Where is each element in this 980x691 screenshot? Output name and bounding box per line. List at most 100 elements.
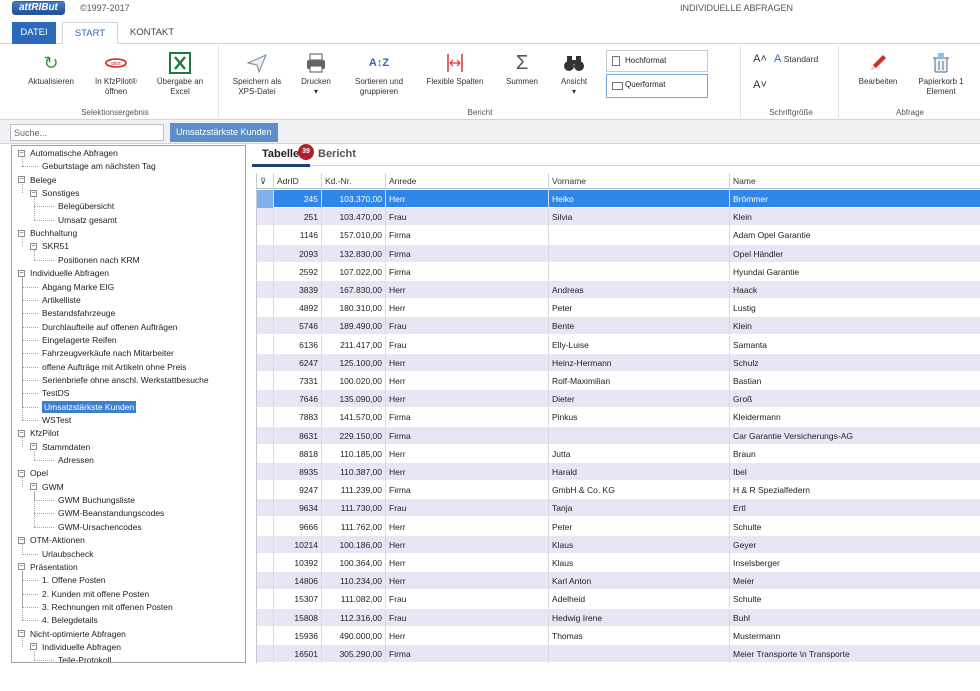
table-row[interactable]: 251 103.470,00 Frau Silvia Klein (257, 208, 980, 227)
tree-toggle-icon[interactable]: − (18, 469, 25, 477)
save-xps-button[interactable]: Speichern als XPS-Datei (226, 52, 288, 97)
font-standard-button[interactable]: A Standard (774, 54, 830, 65)
tree-item[interactable]: Artikelliste (42, 294, 81, 306)
tree-toggle-icon[interactable]: − (30, 483, 37, 491)
tree-item[interactable]: Buchhaltung (30, 227, 77, 239)
table-row[interactable]: 10392 100.364,00 Herr Klaus Inselsberger (257, 554, 980, 572)
tree-item[interactable]: Serienbriefe ohne anschl. Werkstattbesuc… (42, 374, 209, 386)
row-selector[interactable] (257, 572, 274, 591)
table-row[interactable]: 7883 141.570,00 Firma Pinkus Kleidermann (257, 408, 980, 427)
row-selector[interactable] (257, 535, 274, 554)
row-selector[interactable] (257, 335, 274, 354)
table-row[interactable]: 9247 111.239,00 Firma GmbH & Co. KG H & R Sp… (257, 481, 980, 500)
tree-item[interactable]: Automatische Abfragen (30, 147, 118, 159)
query-tree[interactable]: − Automatische Abfragen Geburtstage am näc… (11, 145, 246, 663)
row-selector[interactable] (257, 372, 274, 390)
font-shrink-button[interactable]: A˅ (752, 80, 768, 91)
export-excel-button[interactable]: Übergabe an Excel (152, 52, 208, 97)
tree-item-selected[interactable]: Umsatzstärkste Kunden (42, 400, 137, 413)
tree-toggle-icon[interactable]: − (18, 630, 25, 638)
table-row[interactable]: 5746 189.490,00 Frau Bente Klein (257, 317, 980, 336)
tab-start[interactable]: START (62, 22, 118, 44)
results-grid[interactable]: ⊽ AdrID Kd.-Nr. Anrede Vorname Name 245 1… (256, 173, 980, 663)
tree-item[interactable]: Nicht-optimierte Abfragen (30, 628, 126, 640)
search-input[interactable] (10, 124, 164, 141)
table-row[interactable]: 245 103.370,00 Herr Heiko Brömmer (257, 190, 980, 208)
tree-item[interactable]: Adressen (58, 454, 94, 466)
tree-toggle-icon[interactable]: − (18, 429, 25, 437)
tree-item[interactable]: Abgang Marke EIG (42, 281, 114, 293)
flexible-columns-button[interactable]: Flexible Spalten (420, 52, 490, 87)
landscape-option[interactable]: Querformat (606, 74, 708, 98)
tree-item[interactable]: Durchlaufteile auf offenen Aufträgen (42, 321, 177, 333)
table-row[interactable]: 6247 125.100,00 Herr Heinz-Hermann Schulz (257, 353, 980, 372)
table-row[interactable]: 14806 110.234,00 Herr Karl Anton Meier (257, 572, 980, 591)
font-grow-button[interactable]: A˄ (752, 54, 768, 65)
column-header[interactable]: Anrede (386, 173, 549, 189)
tree-item[interactable]: Eingelagerte Reifen (42, 334, 117, 346)
tree-item[interactable]: KfzPilot (30, 427, 59, 439)
table-row[interactable]: 1146 157.010,00 Firma Adam Opel Garantie (257, 226, 980, 245)
portrait-option[interactable]: Hochformat (606, 50, 708, 72)
row-selector[interactable] (257, 590, 274, 609)
row-selector[interactable] (257, 408, 274, 427)
sums-button[interactable]: Σ Summen (500, 52, 544, 87)
row-selector[interactable] (257, 426, 274, 445)
tree-item[interactable]: GWM (42, 481, 64, 493)
column-header[interactable]: AdrID (274, 173, 322, 189)
row-selector[interactable] (257, 281, 274, 299)
tree-item[interactable]: Belege (30, 174, 56, 186)
table-row[interactable]: 4892 180.310,00 Herr Peter Lustig (257, 299, 980, 318)
column-header[interactable]: Name (730, 173, 980, 189)
table-row[interactable]: 8818 110.185,00 Herr Jutta Braun (257, 444, 980, 463)
active-query-chip[interactable]: Umsatzstärkste Kunden (170, 123, 278, 142)
tree-toggle-icon[interactable]: − (30, 242, 37, 250)
tree-toggle-icon[interactable]: − (30, 643, 37, 651)
table-row[interactable]: 10214 100.186,00 Herr Klaus Geyer (257, 535, 980, 554)
row-selector[interactable] (257, 499, 274, 518)
view-button[interactable]: Ansicht ▾ (552, 52, 596, 97)
table-row[interactable]: 15808 112.316,00 Frau Hedwig Irene Buhl (257, 608, 980, 627)
tree-item[interactable]: Stammdaten (42, 441, 90, 453)
table-row[interactable]: 9666 111.762,00 Herr Peter Schulte (257, 517, 980, 536)
tree-toggle-icon[interactable]: − (30, 443, 37, 451)
tree-item[interactable]: Bestandsfahrzeuge (42, 307, 115, 319)
tree-item[interactable]: Belegübersicht (58, 200, 114, 212)
tab-kontakt[interactable]: KONTAKT (124, 22, 180, 44)
tree-item[interactable]: Präsentation (30, 561, 78, 573)
table-row[interactable]: 9634 111.730,00 Frau Tanja Ertl (257, 499, 980, 518)
row-selector[interactable] (257, 517, 274, 536)
table-row[interactable]: 15307 111.082,00 Frau Adelheid Schulte (257, 590, 980, 609)
tree-toggle-icon[interactable]: − (18, 149, 25, 157)
tree-item[interactable]: Fahrzeugverkäufe nach Mitarbeiter (42, 347, 174, 359)
row-selector[interactable] (257, 226, 274, 245)
row-selector[interactable] (257, 390, 274, 409)
tree-item[interactable]: 2. Kunden mit offene Posten (42, 588, 149, 600)
tree-item[interactable]: Sonstiges (42, 187, 79, 199)
tree-item[interactable]: GWM-Ursachencodes (58, 521, 142, 533)
tree-item[interactable]: Geburtstage am nächsten Tag (42, 160, 156, 172)
tree-item[interactable]: Individuelle Abfragen (42, 641, 121, 653)
row-selector[interactable] (257, 645, 274, 663)
recycle-bin-button[interactable]: Papierkorb 1 Element (914, 52, 968, 97)
tree-item[interactable]: Urlaubscheck (42, 548, 94, 560)
row-selector[interactable] (257, 554, 274, 572)
tab-datei[interactable]: DATEI (12, 22, 56, 44)
tree-item[interactable]: Teile-Protokoll (58, 654, 111, 662)
tree-toggle-icon[interactable]: − (18, 563, 25, 571)
row-selector[interactable] (257, 444, 274, 463)
tab-report[interactable]: Bericht (318, 148, 356, 160)
row-selector[interactable] (257, 463, 274, 481)
open-kfzpilot-button[interactable]: pilot In KfzPilot® öffnen (88, 52, 144, 97)
column-header[interactable]: Kd.-Nr. (322, 173, 386, 189)
table-row[interactable]: 2093 132.830,00 Firma Opel Händler (257, 244, 980, 263)
print-button[interactable]: Drucken ▾ (294, 52, 338, 97)
tree-item[interactable]: WSTest (42, 414, 71, 426)
tree-item[interactable]: OTM-Aktionen (30, 534, 85, 546)
row-selector[interactable] (257, 481, 274, 500)
tree-item[interactable]: Opel (30, 467, 48, 479)
column-header[interactable]: Vorname (549, 173, 730, 189)
tree-item[interactable]: TestDS (42, 387, 69, 399)
edit-button[interactable]: Bearbeiten (850, 52, 906, 87)
tree-item[interactable]: 3. Rechnungen mit offenen Posten (42, 601, 173, 613)
